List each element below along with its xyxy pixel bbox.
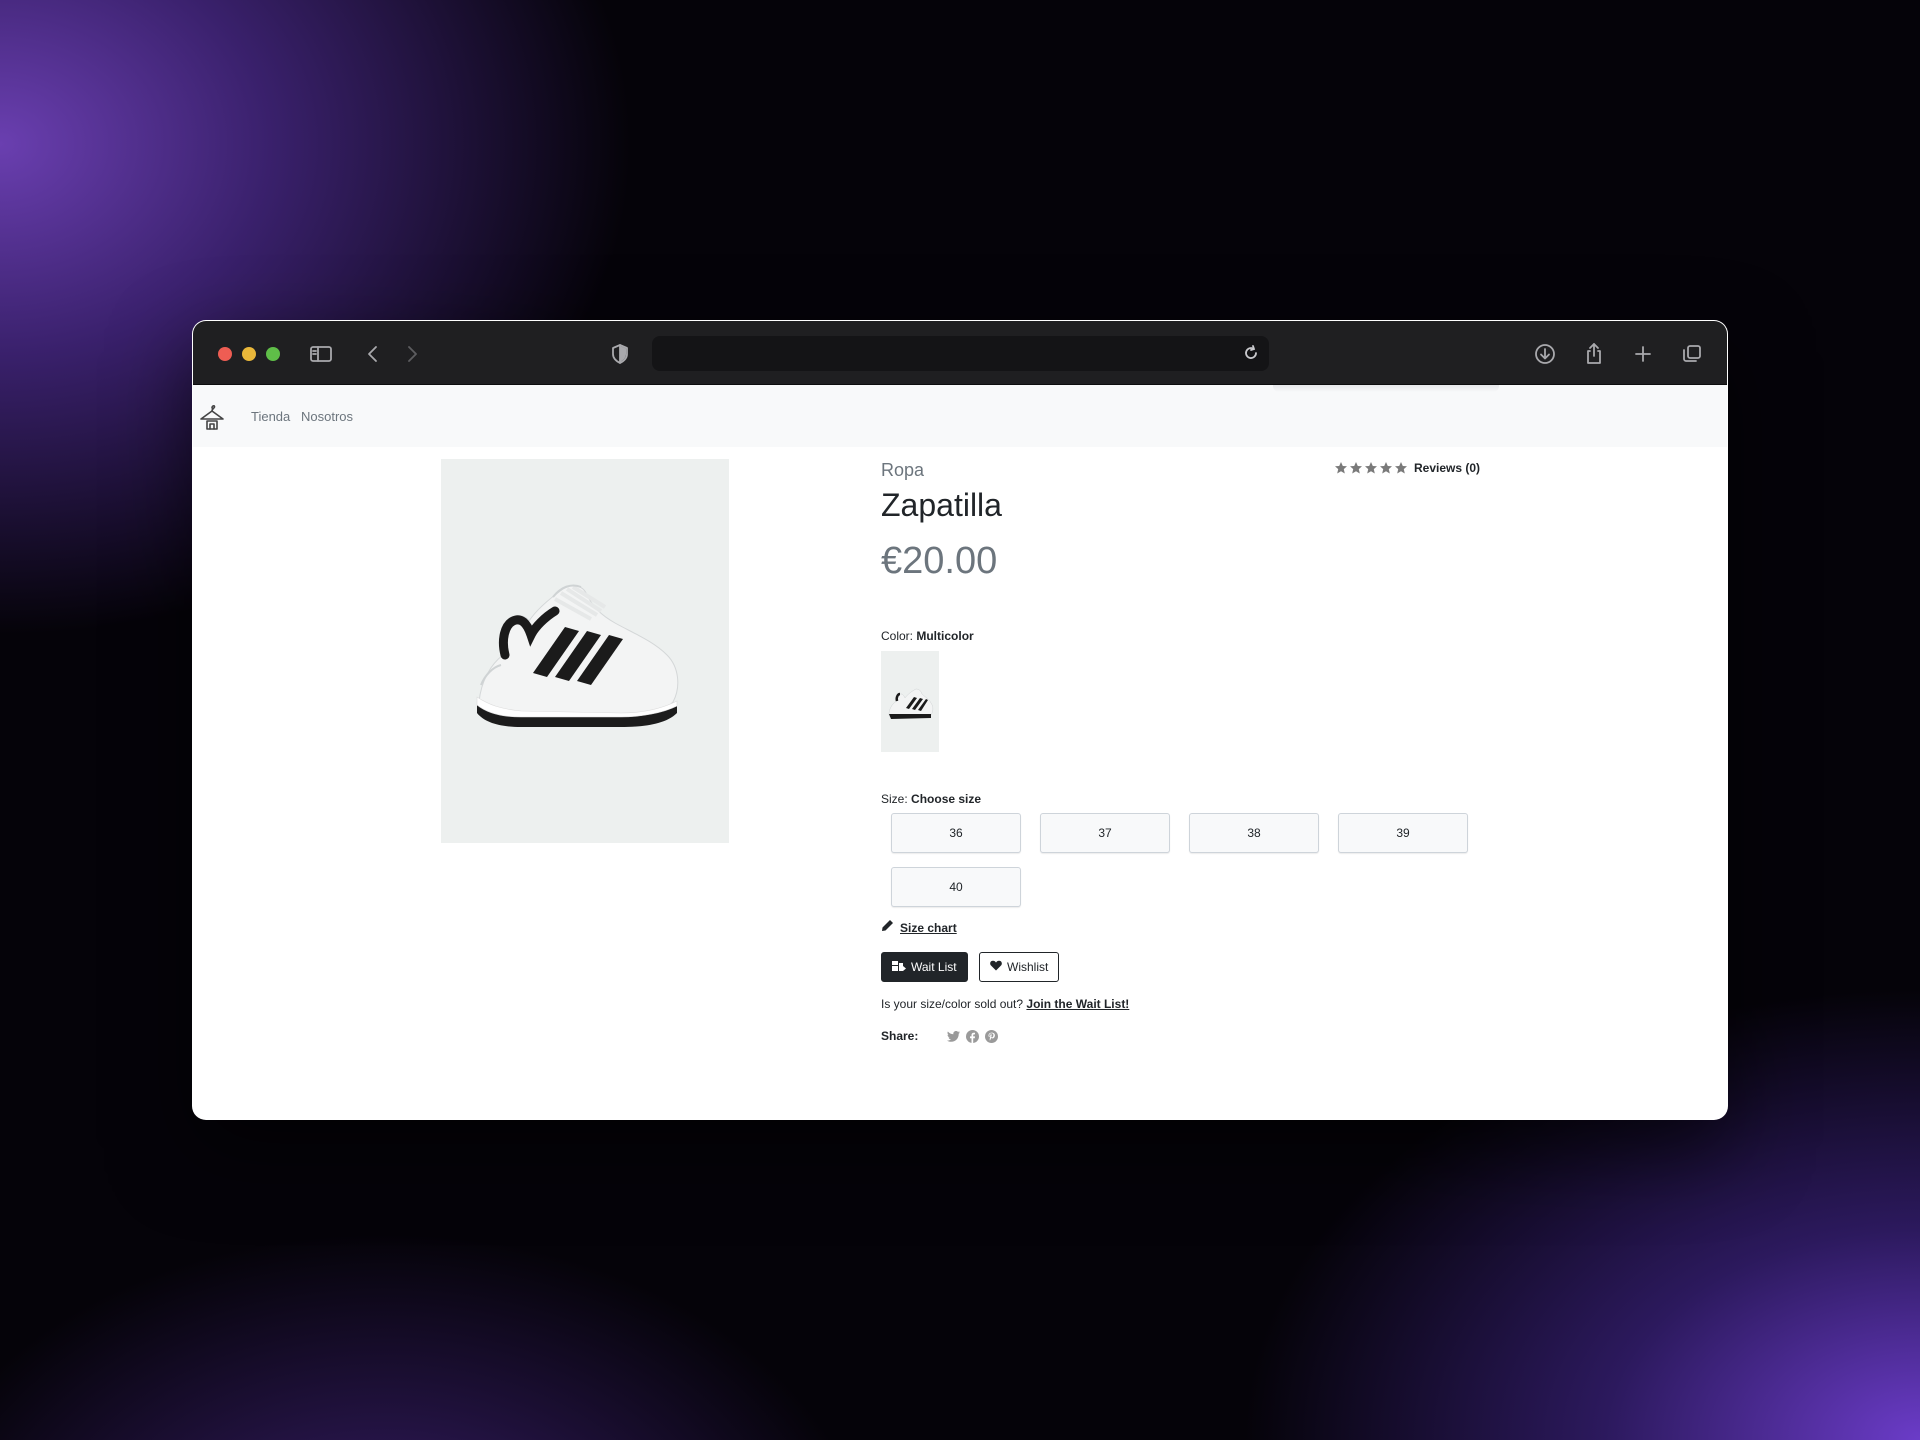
site-navbar: Tienda Nosotros <box>193 385 1727 447</box>
reload-icon[interactable] <box>1241 343 1261 363</box>
close-window-button[interactable] <box>218 347 232 361</box>
maximize-window-button[interactable] <box>266 347 280 361</box>
size-button-38[interactable]: 38 <box>1189 813 1319 853</box>
size-button-39[interactable]: 39 <box>1338 813 1468 853</box>
minimize-window-button[interactable] <box>242 347 256 361</box>
star-icon <box>1349 461 1363 475</box>
heart-icon <box>990 960 1002 974</box>
soldout-notice: Is your size/color sold out? Join the Wa… <box>881 997 1129 1011</box>
facebook-icon[interactable] <box>965 1029 979 1043</box>
nav-link-nosotros[interactable]: Nosotros <box>301 409 353 424</box>
rating-stars <box>1334 461 1408 475</box>
browser-window: Tienda Nosotros Ropa Zapatilla €20.00 Re… <box>192 320 1728 1120</box>
twitter-icon[interactable] <box>946 1029 960 1043</box>
tabs-overview-icon[interactable] <box>1677 339 1707 369</box>
product-reviews[interactable]: Reviews (0) <box>1334 461 1480 475</box>
color-label-line: Color: Multicolor <box>881 629 974 643</box>
star-icon <box>1334 461 1348 475</box>
nav-link-tienda[interactable]: Tienda <box>251 409 290 424</box>
hanger-shop-icon[interactable] <box>199 403 225 433</box>
address-bar[interactable] <box>652 336 1269 371</box>
download-icon[interactable] <box>1530 339 1560 369</box>
size-label: Size: <box>881 792 908 806</box>
size-value: Choose size <box>911 792 982 806</box>
size-button-40[interactable]: 40 <box>891 867 1021 907</box>
product-title: Zapatilla <box>881 487 1002 523</box>
reviews-link[interactable]: Reviews (0) <box>1414 461 1480 475</box>
sidebar-icon[interactable] <box>306 339 336 369</box>
color-swatch-multicolor[interactable] <box>881 651 939 752</box>
forward-icon[interactable] <box>397 339 427 369</box>
wait-list-button[interactable]: Wait List <box>881 952 968 982</box>
share-row: Share: <box>881 1029 1003 1043</box>
star-icon <box>1364 461 1378 475</box>
size-chart-link-row[interactable]: Size chart <box>881 919 957 937</box>
share-label: Share: <box>881 1029 919 1043</box>
product-main-image[interactable] <box>441 459 729 843</box>
pinterest-icon[interactable] <box>984 1029 998 1043</box>
product-category: Ropa <box>881 460 925 480</box>
share-icon[interactable] <box>1579 339 1609 369</box>
wishlist-button[interactable]: Wishlist <box>979 952 1060 982</box>
shield-icon[interactable] <box>605 339 635 369</box>
join-wait-list-link[interactable]: Join the Wait List! <box>1026 997 1129 1011</box>
pencil-icon <box>881 919 894 937</box>
wishlist-label: Wishlist <box>1007 960 1049 974</box>
soldout-text: Is your size/color sold out? <box>881 997 1024 1011</box>
back-icon[interactable] <box>358 339 388 369</box>
browser-toolbar <box>193 321 1727 385</box>
nav-decoration <box>1273 385 1499 392</box>
product-price: €20.00 <box>881 540 998 582</box>
star-icon <box>1394 461 1408 475</box>
color-value: Multicolor <box>916 629 974 643</box>
wait-list-label: Wait List <box>911 960 957 974</box>
wait-list-icon <box>892 960 906 975</box>
web-page: Tienda Nosotros Ropa Zapatilla €20.00 Re… <box>193 385 1727 1119</box>
color-label: Color: <box>881 629 914 643</box>
new-tab-icon[interactable] <box>1628 339 1658 369</box>
size-button-37[interactable]: 37 <box>1040 813 1170 853</box>
star-icon <box>1379 461 1393 475</box>
size-label-line: Size: Choose size <box>881 792 981 806</box>
size-chart-link[interactable]: Size chart <box>900 921 957 935</box>
size-button-36[interactable]: 36 <box>891 813 1021 853</box>
